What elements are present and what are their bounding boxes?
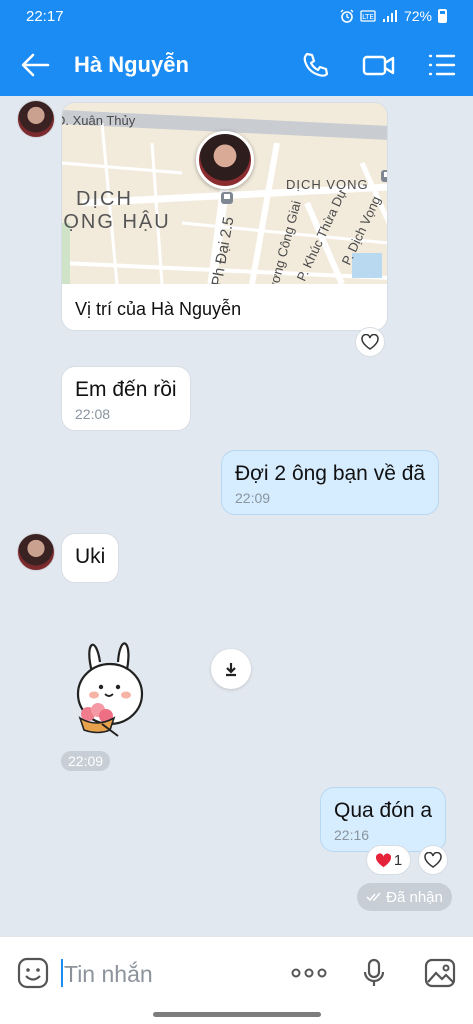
double-check-icon	[366, 892, 381, 902]
message-bubble-outgoing[interactable]: Đợi 2 ông bạn về đã 22:09	[221, 450, 440, 515]
location-card[interactable]: Đ. Xuân Thủy DỊCH VỌNG HẬU DỊCH VỌNG Ph …	[61, 102, 388, 331]
text-cursor	[61, 959, 63, 987]
message-bubble-outgoing[interactable]: Qua đón a 22:16	[320, 787, 447, 852]
alarm-icon	[340, 9, 354, 23]
map-label-street-top: Đ. Xuân Thủy	[62, 113, 136, 128]
sticker-time: 22:09	[61, 751, 111, 771]
map-label-district-1: DỊCH	[76, 188, 133, 210]
chat-area[interactable]: Đ. Xuân Thủy DỊCH VỌNG HẬU DỊCH VỌNG Ph …	[0, 96, 473, 936]
reaction-count: 1	[393, 851, 403, 869]
status-icons: LTE 72%	[340, 8, 447, 24]
bus-stop-icon	[381, 170, 387, 182]
contact-avatar[interactable]	[17, 533, 55, 571]
phone-icon[interactable]	[300, 50, 330, 80]
message-input[interactable]	[64, 959, 274, 989]
download-sticker-button[interactable]	[211, 649, 251, 689]
reaction-count-badge[interactable]: 1	[366, 845, 411, 875]
download-icon	[226, 663, 236, 677]
bus-stop-icon	[221, 192, 233, 204]
menu-icon[interactable]	[427, 50, 457, 80]
chat-header: Hà Nguyễn	[0, 34, 473, 96]
contact-avatar[interactable]	[17, 100, 55, 138]
image-icon[interactable]	[423, 957, 457, 989]
message-text: Uki	[75, 545, 106, 568]
heart-outline-icon	[361, 334, 379, 350]
heart-outline-icon	[424, 852, 442, 868]
message-text: Qua đón a	[334, 799, 433, 822]
microphone-icon[interactable]	[357, 957, 391, 989]
react-heart-button[interactable]	[355, 327, 385, 357]
location-caption: Vị trí của Hà Nguyễn	[75, 299, 242, 319]
message-time: 22:16	[334, 827, 370, 843]
red-heart-icon	[375, 852, 391, 867]
message-time: 22:08	[75, 406, 111, 422]
message-text: Em đến rồi	[75, 378, 177, 401]
map-label-district-2: VỌNG HẬU	[62, 211, 171, 233]
map-label-district-3: DỊCH VỌNG	[286, 177, 369, 192]
battery-percent: 72%	[403, 8, 432, 24]
delivery-status-badge: Đã nhận	[357, 883, 452, 911]
contact-name[interactable]: Hà Nguyễn	[74, 52, 189, 78]
video-call-icon[interactable]	[362, 50, 396, 80]
location-map[interactable]: Đ. Xuân Thủy DỊCH VỌNG HẬU DỊCH VỌNG Ph …	[62, 103, 387, 284]
back-arrow-icon[interactable]	[20, 52, 50, 78]
delivery-status-text: Đã nhận	[386, 888, 443, 906]
location-pin-avatar	[196, 131, 254, 189]
more-dots-icon[interactable]	[290, 957, 328, 989]
message-time: 22:09	[235, 490, 271, 506]
message-bubble-incoming[interactable]: Uki	[61, 533, 120, 583]
emoji-icon[interactable]	[17, 957, 49, 989]
status-bar: 22:17 LTE 72%	[0, 0, 473, 34]
message-composer	[0, 936, 473, 1024]
message-bubble-incoming[interactable]: Em đến rồi 22:08	[61, 366, 191, 431]
svg-text:LTE: LTE	[362, 13, 374, 21]
battery-icon	[438, 9, 447, 23]
signal-icon	[382, 10, 397, 22]
message-text: Đợi 2 ông bạn về đã	[235, 462, 426, 485]
bunny-sticker[interactable]	[74, 632, 150, 740]
status-time: 22:17	[26, 8, 64, 25]
home-indicator[interactable]	[153, 1012, 321, 1017]
volte-icon: LTE	[360, 10, 376, 22]
react-heart-button[interactable]	[418, 845, 448, 875]
